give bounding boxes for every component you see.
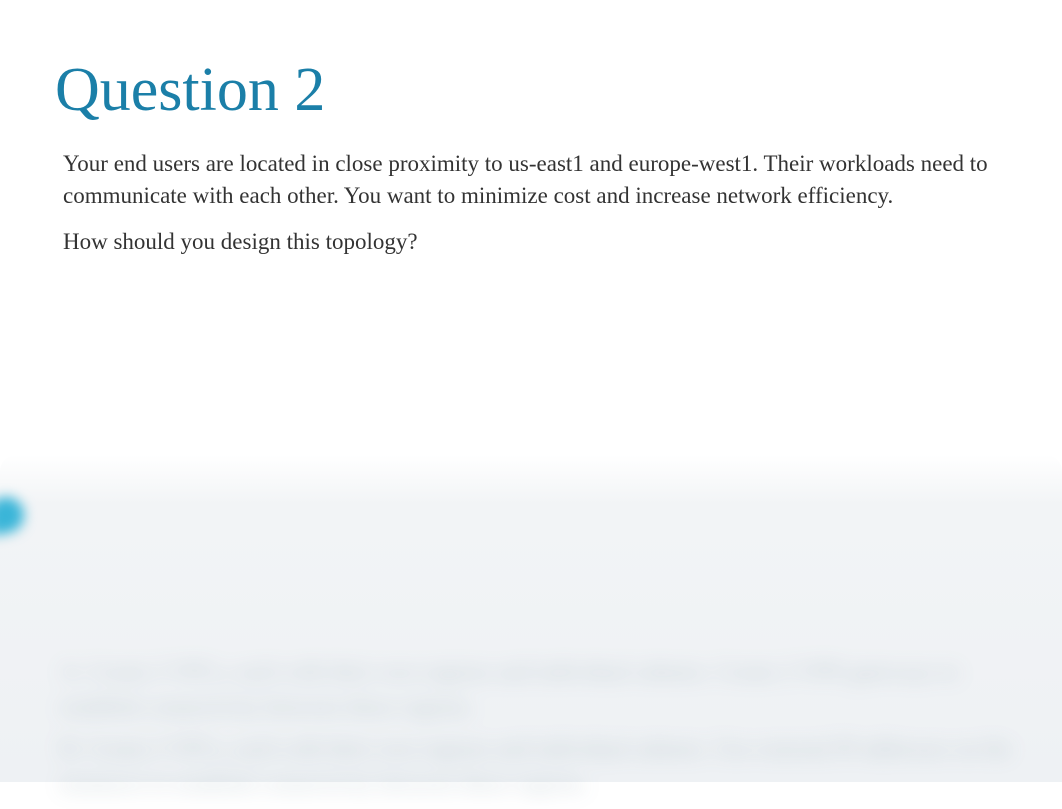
blurred-answer-options: A. Create 2 VPCs, each with their own re… — [60, 655, 1042, 809]
question-scenario-text: Your end users are located in close prox… — [55, 148, 1007, 212]
question-title: Question 2 — [55, 55, 1007, 126]
brand-icon — [0, 497, 28, 537]
question-prompt-text: How should you design this topology? — [55, 226, 1007, 258]
answer-option-a: A. Create 2 VPCs, each with their own re… — [60, 655, 1042, 724]
answer-option-b: B. Create 2 VPCs, each with their own re… — [60, 732, 1042, 801]
locked-content-overlay: A. Create 2 VPCs, each with their own re… — [0, 455, 1062, 782]
